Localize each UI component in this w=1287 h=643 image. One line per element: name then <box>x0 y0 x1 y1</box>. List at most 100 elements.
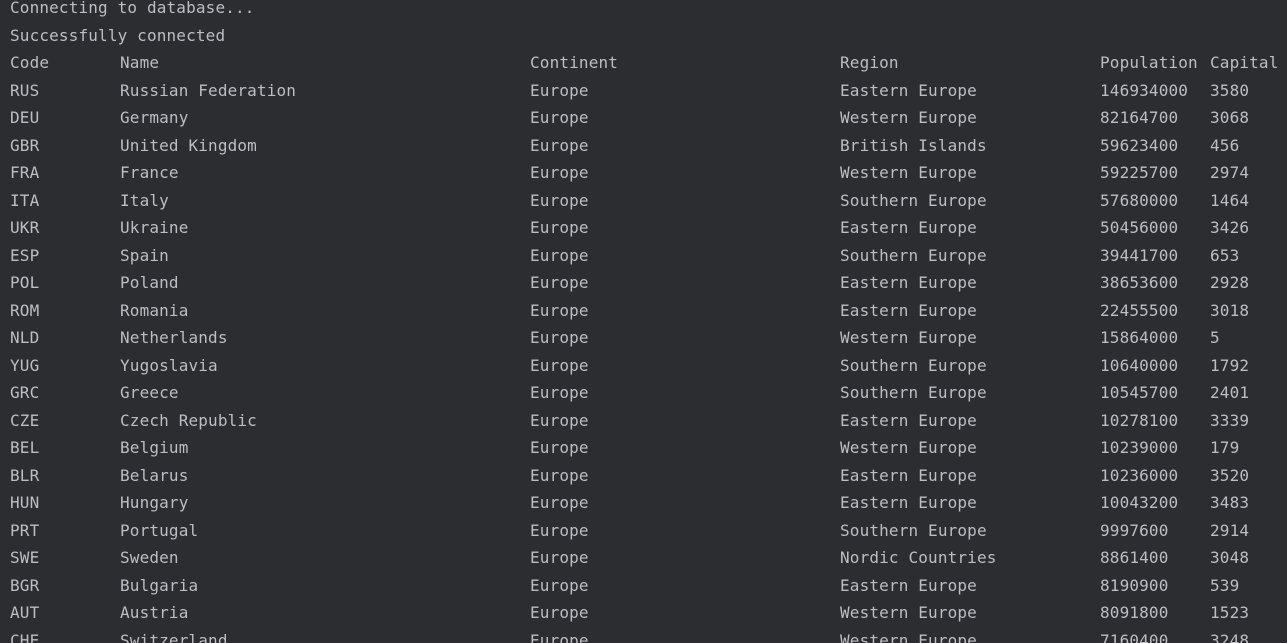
cell-continent: Europe <box>530 328 589 347</box>
cell-capital: 456 <box>1210 135 1240 155</box>
cell-region: British Islands <box>840 135 987 155</box>
cell-region: Western Europe <box>840 630 977 643</box>
cell-name: Portugal <box>120 520 199 540</box>
cell-region: Eastern Europe <box>840 410 977 430</box>
cell-capital: 1523 <box>1210 603 1250 622</box>
cell-name: Belgium <box>120 438 189 457</box>
cell-capital: 3426 <box>1210 218 1250 237</box>
cell-name: Switzerland <box>120 630 228 643</box>
cell-name: Germany <box>120 108 189 127</box>
console-output[interactable]: Connecting to database... Successfully c… <box>0 0 1287 643</box>
cell-name: Italy <box>120 190 169 210</box>
cell-capital: 3580 <box>1210 80 1250 100</box>
cell-population: 82164700 <box>1100 108 1179 127</box>
cell-name: Russian Federation <box>120 80 297 100</box>
cell-code: RUS <box>10 80 40 100</box>
cell-population: 50456000 <box>1100 218 1179 237</box>
cell-region: Western Europe <box>840 603 977 622</box>
cell-population: 10545700 <box>1100 383 1179 402</box>
cell-name: Sweden <box>120 548 179 567</box>
cell-population: 8190900 <box>1100 575 1169 595</box>
cell-population: 59225700 <box>1100 163 1179 182</box>
cell-region: Eastern Europe <box>840 493 977 512</box>
cell-continent: Europe <box>530 108 589 127</box>
column-header-name: Name <box>120 53 160 72</box>
cell-region: Southern Europe <box>840 190 987 210</box>
cell-name: Poland <box>120 273 179 292</box>
cell-capital: 653 <box>1210 245 1240 265</box>
cell-code: UKR <box>10 218 40 237</box>
cell-code: CHE <box>10 630 40 643</box>
cell-population: 8091800 <box>1100 603 1169 622</box>
cell-population: 8861400 <box>1100 548 1169 567</box>
cell-capital: 3339 <box>1210 410 1250 430</box>
cell-code: POL <box>10 273 40 292</box>
cell-name: Yugoslavia <box>120 355 218 375</box>
cell-population: 10236000 <box>1100 465 1179 485</box>
column-header-population: Population <box>1100 53 1198 72</box>
cell-code: YUG <box>10 355 40 375</box>
cell-continent: Europe <box>530 438 589 457</box>
status-text: Connecting to database... <box>10 0 255 17</box>
cell-code: SWE <box>10 548 40 567</box>
cell-capital: 2928 <box>1210 273 1250 292</box>
status-line-connecting: Connecting to database... <box>0 0 254 22</box>
cell-continent: Europe <box>530 603 589 622</box>
cell-region: Eastern Europe <box>840 273 977 292</box>
cell-population: 10640000 <box>1100 355 1179 375</box>
cell-region: Southern Europe <box>840 245 987 265</box>
cell-code: GBR <box>10 135 40 155</box>
cell-region: Eastern Europe <box>840 80 977 100</box>
cell-region: Southern Europe <box>840 383 987 402</box>
cell-region: Western Europe <box>840 328 977 347</box>
cell-region: Western Europe <box>840 108 977 127</box>
cell-population: 10043200 <box>1100 493 1179 512</box>
cell-code: AUT <box>10 603 40 622</box>
cell-continent: Europe <box>530 273 589 292</box>
cell-region: Eastern Europe <box>840 575 977 595</box>
cell-continent: Europe <box>530 190 589 210</box>
cell-code: NLD <box>10 328 40 347</box>
cell-region: Eastern Europe <box>840 465 977 485</box>
cell-name: France <box>120 163 179 182</box>
cell-region: Southern Europe <box>840 355 987 375</box>
cell-name: Netherlands <box>120 328 228 347</box>
cell-region: Eastern Europe <box>840 218 977 237</box>
cell-code: CZE <box>10 410 40 430</box>
cell-capital: 2401 <box>1210 383 1250 402</box>
cell-capital: 3248 <box>1210 630 1250 643</box>
cell-name: Greece <box>120 383 179 402</box>
cell-region: Eastern Europe <box>840 300 977 320</box>
cell-code: FRA <box>10 163 40 182</box>
cell-code: BGR <box>10 575 40 595</box>
cell-region: Nordic Countries <box>840 548 997 567</box>
cell-continent: Europe <box>530 410 589 430</box>
column-header-code: Code <box>10 53 50 72</box>
cell-capital: 3068 <box>1210 108 1250 127</box>
cell-continent: Europe <box>530 300 589 320</box>
cell-code: DEU <box>10 108 40 127</box>
cell-population: 7160400 <box>1100 630 1169 643</box>
cell-code: BLR <box>10 465 40 485</box>
cell-region: Southern Europe <box>840 520 987 540</box>
cell-continent: Europe <box>530 630 589 643</box>
cell-continent: Europe <box>530 493 589 512</box>
cell-continent: Europe <box>530 465 589 485</box>
status-line-connected: Successfully connected <box>0 22 225 50</box>
cell-capital: 539 <box>1210 575 1240 595</box>
cell-capital: 3048 <box>1210 548 1250 567</box>
cell-population: 39441700 <box>1100 245 1179 265</box>
cell-population: 146934000 <box>1100 80 1189 100</box>
cell-capital: 1792 <box>1210 355 1250 375</box>
cell-code: PRT <box>10 520 40 540</box>
cell-population: 59623400 <box>1100 135 1179 155</box>
table-header: Code Name Continent Region Population Ca… <box>0 49 1278 77</box>
cell-name: Belarus <box>120 465 189 485</box>
cell-population: 38653600 <box>1100 273 1179 292</box>
cell-continent: Europe <box>530 548 589 567</box>
cell-capital: 3018 <box>1210 300 1250 320</box>
cell-capital: 179 <box>1210 438 1240 457</box>
cell-continent: Europe <box>530 575 589 595</box>
cell-name: United Kingdom <box>120 135 257 155</box>
cell-code: ROM <box>10 300 40 320</box>
